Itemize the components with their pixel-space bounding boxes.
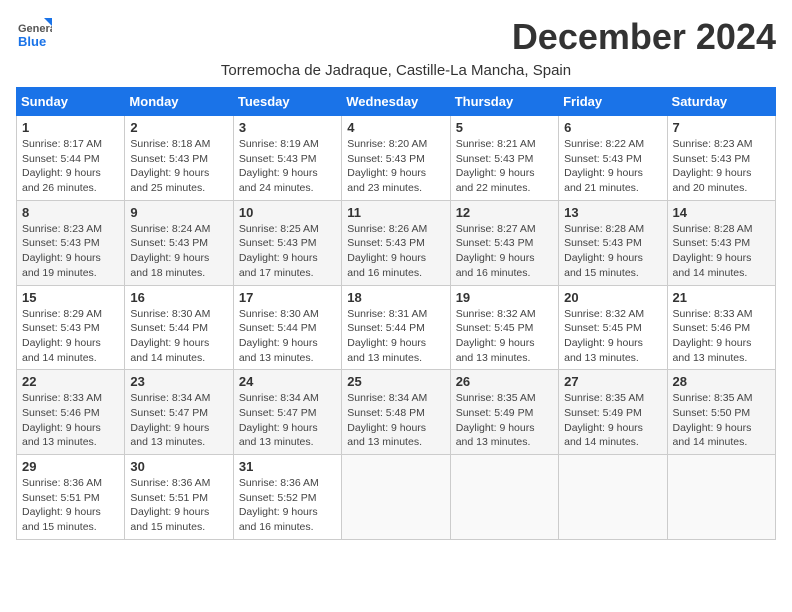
- calendar-cell: 1Sunrise: 8:17 AMSunset: 5:44 PMDaylight…: [17, 116, 125, 201]
- svg-text:Blue: Blue: [18, 34, 46, 49]
- calendar-cell: [559, 455, 667, 540]
- calendar-cell: 27Sunrise: 8:35 AMSunset: 5:49 PMDayligh…: [559, 370, 667, 455]
- calendar-cell: 5Sunrise: 8:21 AMSunset: 5:43 PMDaylight…: [450, 116, 558, 201]
- calendar-cell: [342, 455, 450, 540]
- calendar-cell: 2Sunrise: 8:18 AMSunset: 5:43 PMDaylight…: [125, 116, 233, 201]
- month-title: December 2024: [512, 16, 776, 58]
- calendar-cell: 29Sunrise: 8:36 AMSunset: 5:51 PMDayligh…: [17, 455, 125, 540]
- calendar-day-header: Saturday: [667, 88, 775, 116]
- calendar-table: SundayMondayTuesdayWednesdayThursdayFrid…: [16, 87, 776, 540]
- logo: General Blue: [16, 16, 52, 52]
- calendar-cell: 20Sunrise: 8:32 AMSunset: 5:45 PMDayligh…: [559, 285, 667, 370]
- calendar-cell: [450, 455, 558, 540]
- calendar-cell: 13Sunrise: 8:28 AMSunset: 5:43 PMDayligh…: [559, 200, 667, 285]
- calendar-day-header: Monday: [125, 88, 233, 116]
- calendar-day-header: Wednesday: [342, 88, 450, 116]
- calendar-cell: 7Sunrise: 8:23 AMSunset: 5:43 PMDaylight…: [667, 116, 775, 201]
- calendar-cell: 19Sunrise: 8:32 AMSunset: 5:45 PMDayligh…: [450, 285, 558, 370]
- calendar-cell: 9Sunrise: 8:24 AMSunset: 5:43 PMDaylight…: [125, 200, 233, 285]
- calendar-cell: 15Sunrise: 8:29 AMSunset: 5:43 PMDayligh…: [17, 285, 125, 370]
- calendar-day-header: Sunday: [17, 88, 125, 116]
- calendar-cell: 3Sunrise: 8:19 AMSunset: 5:43 PMDaylight…: [233, 116, 341, 201]
- logo-icon: General Blue: [16, 16, 52, 52]
- calendar-cell: 24Sunrise: 8:34 AMSunset: 5:47 PMDayligh…: [233, 370, 341, 455]
- calendar-day-header: Thursday: [450, 88, 558, 116]
- calendar-cell: 30Sunrise: 8:36 AMSunset: 5:51 PMDayligh…: [125, 455, 233, 540]
- calendar-cell: 16Sunrise: 8:30 AMSunset: 5:44 PMDayligh…: [125, 285, 233, 370]
- calendar-cell: 4Sunrise: 8:20 AMSunset: 5:43 PMDaylight…: [342, 116, 450, 201]
- calendar-cell: 6Sunrise: 8:22 AMSunset: 5:43 PMDaylight…: [559, 116, 667, 201]
- calendar-cell: 17Sunrise: 8:30 AMSunset: 5:44 PMDayligh…: [233, 285, 341, 370]
- calendar-day-header: Friday: [559, 88, 667, 116]
- calendar-cell: 23Sunrise: 8:34 AMSunset: 5:47 PMDayligh…: [125, 370, 233, 455]
- calendar-cell: 26Sunrise: 8:35 AMSunset: 5:49 PMDayligh…: [450, 370, 558, 455]
- calendar-cell: 11Sunrise: 8:26 AMSunset: 5:43 PMDayligh…: [342, 200, 450, 285]
- location-subtitle: Torremocha de Jadraque, Castille-La Manc…: [16, 62, 776, 79]
- calendar-cell: 8Sunrise: 8:23 AMSunset: 5:43 PMDaylight…: [17, 200, 125, 285]
- calendar-cell: 25Sunrise: 8:34 AMSunset: 5:48 PMDayligh…: [342, 370, 450, 455]
- calendar-cell: 21Sunrise: 8:33 AMSunset: 5:46 PMDayligh…: [667, 285, 775, 370]
- calendar-cell: 18Sunrise: 8:31 AMSunset: 5:44 PMDayligh…: [342, 285, 450, 370]
- calendar-cell: 28Sunrise: 8:35 AMSunset: 5:50 PMDayligh…: [667, 370, 775, 455]
- calendar-cell: [667, 455, 775, 540]
- calendar-cell: 31Sunrise: 8:36 AMSunset: 5:52 PMDayligh…: [233, 455, 341, 540]
- calendar-cell: 22Sunrise: 8:33 AMSunset: 5:46 PMDayligh…: [17, 370, 125, 455]
- calendar-cell: 12Sunrise: 8:27 AMSunset: 5:43 PMDayligh…: [450, 200, 558, 285]
- calendar-cell: 10Sunrise: 8:25 AMSunset: 5:43 PMDayligh…: [233, 200, 341, 285]
- calendar-day-header: Tuesday: [233, 88, 341, 116]
- calendar-cell: 14Sunrise: 8:28 AMSunset: 5:43 PMDayligh…: [667, 200, 775, 285]
